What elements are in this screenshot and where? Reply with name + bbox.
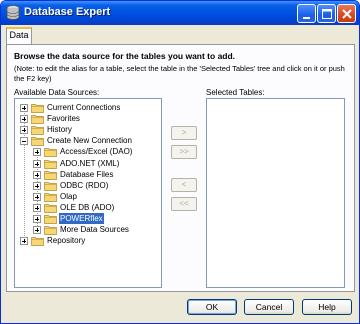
tree-node-label: Database Files	[60, 169, 114, 179]
add-all-tables-button[interactable]: >>	[171, 145, 197, 159]
expand-plus-icon[interactable]	[33, 159, 41, 168]
close-button[interactable]	[337, 4, 356, 23]
alias-note: (Note: to edit the alias for a table, se…	[14, 64, 345, 83]
folder-icon	[44, 215, 57, 224]
expand-plus-icon[interactable]	[33, 226, 41, 235]
close-icon	[342, 9, 352, 19]
folder-icon	[44, 192, 57, 202]
title-bar[interactable]: Database Expert	[1, 1, 359, 25]
instruction-heading: Browse the data source for the tables yo…	[14, 51, 236, 61]
folder-icon	[44, 181, 57, 191]
expand-plus-icon[interactable]	[33, 203, 41, 212]
tree-node-label: More Data Sources	[60, 225, 129, 235]
window-title: Database Expert	[24, 6, 111, 18]
collapse-minus-icon[interactable]	[20, 137, 28, 146]
folder-icon	[31, 126, 44, 136]
folder-icon	[44, 226, 57, 235]
folder-icon	[44, 204, 57, 213]
expand-plus-icon[interactable]	[33, 215, 41, 223]
tree-node-label: Access/Excel (DAO)	[60, 147, 133, 157]
cancel-button[interactable]: Cancel	[244, 299, 294, 315]
tree-node-label: POWERflex	[59, 213, 104, 224]
help-button[interactable]: Help	[302, 299, 352, 315]
available-data-sources-tree[interactable]: Current Connections Favorites History Creat…	[14, 98, 162, 288]
expand-plus-icon[interactable]	[33, 181, 41, 190]
tree-node-label: OLE DB (ADO)	[60, 202, 115, 212]
expand-plus-icon[interactable]	[20, 115, 28, 124]
expand-plus-icon[interactable]	[33, 170, 41, 179]
tree-node-label: Repository	[47, 236, 86, 246]
selected-tables-tree[interactable]	[206, 98, 345, 288]
tree-node-label: Current Connections	[47, 103, 121, 112]
maximize-button[interactable]	[317, 4, 336, 23]
add-table-button[interactable]: >	[171, 126, 197, 140]
tree-node-label: ODBC (RDO)	[60, 180, 109, 190]
tree-node-label: Create New Connection	[47, 136, 132, 146]
expand-plus-icon[interactable]	[20, 126, 28, 135]
tree-node-label: ADO.NET (XML)	[60, 158, 120, 168]
maximize-icon	[322, 9, 332, 19]
folder-icon	[31, 137, 44, 147]
folder-icon	[44, 159, 57, 169]
tree-node-label: Favorites	[47, 114, 80, 124]
folder-icon	[31, 115, 44, 124]
tab-data[interactable]: Data	[6, 27, 32, 44]
database-expert-window: Database Expert Data Browse the data sou…	[0, 0, 360, 324]
folder-icon	[31, 104, 44, 113]
ok-button[interactable]: OK	[187, 299, 237, 315]
remove-table-button[interactable]: <	[171, 178, 197, 192]
minimize-icon	[303, 17, 310, 19]
expand-plus-icon[interactable]	[33, 192, 41, 201]
expand-plus-icon[interactable]	[33, 148, 41, 157]
database-icon	[6, 5, 20, 20]
remove-all-tables-button[interactable]: <<	[171, 197, 197, 211]
selected-tables-label: Selected Tables:	[206, 88, 265, 97]
folder-icon	[44, 148, 57, 158]
folder-icon	[44, 170, 57, 180]
tree-node-label: History	[47, 125, 72, 135]
tree-node-label: Olap	[60, 191, 77, 201]
data-tab-panel: Browse the data source for the tables yo…	[6, 44, 355, 292]
available-data-sources-label: Available Data Sources:	[14, 88, 100, 97]
expand-plus-icon[interactable]	[20, 237, 28, 246]
minimize-button[interactable]	[297, 4, 316, 23]
folder-icon	[31, 237, 44, 247]
expand-plus-icon[interactable]	[20, 104, 28, 112]
